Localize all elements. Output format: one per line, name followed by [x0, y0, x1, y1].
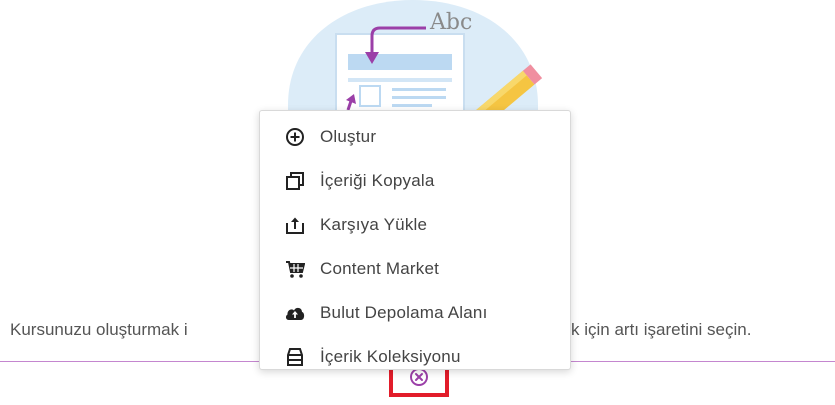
- create-content-menu: Oluştur İçeriği Kopyala Karşıya Yükle Co…: [259, 110, 571, 370]
- menu-item-upload[interactable]: Karşıya Yükle: [260, 203, 570, 247]
- menu-item-label: Oluştur: [320, 127, 377, 146]
- plus-circle-icon: [284, 126, 306, 148]
- upload-icon: [284, 214, 306, 236]
- collection-icon: [284, 346, 306, 368]
- copy-icon: [284, 170, 306, 192]
- instruction-text-start: Kursunuzu oluşturmak i: [10, 320, 188, 339]
- menu-item-content-collection[interactable]: İçerik Koleksiyonu: [260, 335, 570, 379]
- menu-item-copy-content[interactable]: İçeriği Kopyala: [260, 159, 570, 203]
- menu-item-create[interactable]: Oluştur: [260, 115, 570, 159]
- instruction-text-end: k için artı işaretini seçin.: [571, 320, 752, 339]
- cart-icon: [284, 258, 306, 280]
- cloud-upload-icon: [284, 302, 306, 324]
- menu-item-label: Content Market: [320, 259, 440, 278]
- menu-item-label: İçeriği Kopyala: [320, 171, 435, 190]
- menu-item-label: Karşıya Yükle: [320, 215, 428, 234]
- illustration-caption: Abc: [430, 10, 473, 35]
- menu-item-label: İçerik Koleksiyonu: [320, 347, 461, 366]
- content-creation-page: Abc Kursunuzu oluşturmak i k için artı i…: [0, 0, 835, 405]
- menu-item-cloud-storage[interactable]: Bulut Depolama Alanı: [260, 291, 570, 335]
- menu-item-label: Bulut Depolama Alanı: [320, 303, 488, 322]
- menu-item-content-market[interactable]: Content Market: [260, 247, 570, 291]
